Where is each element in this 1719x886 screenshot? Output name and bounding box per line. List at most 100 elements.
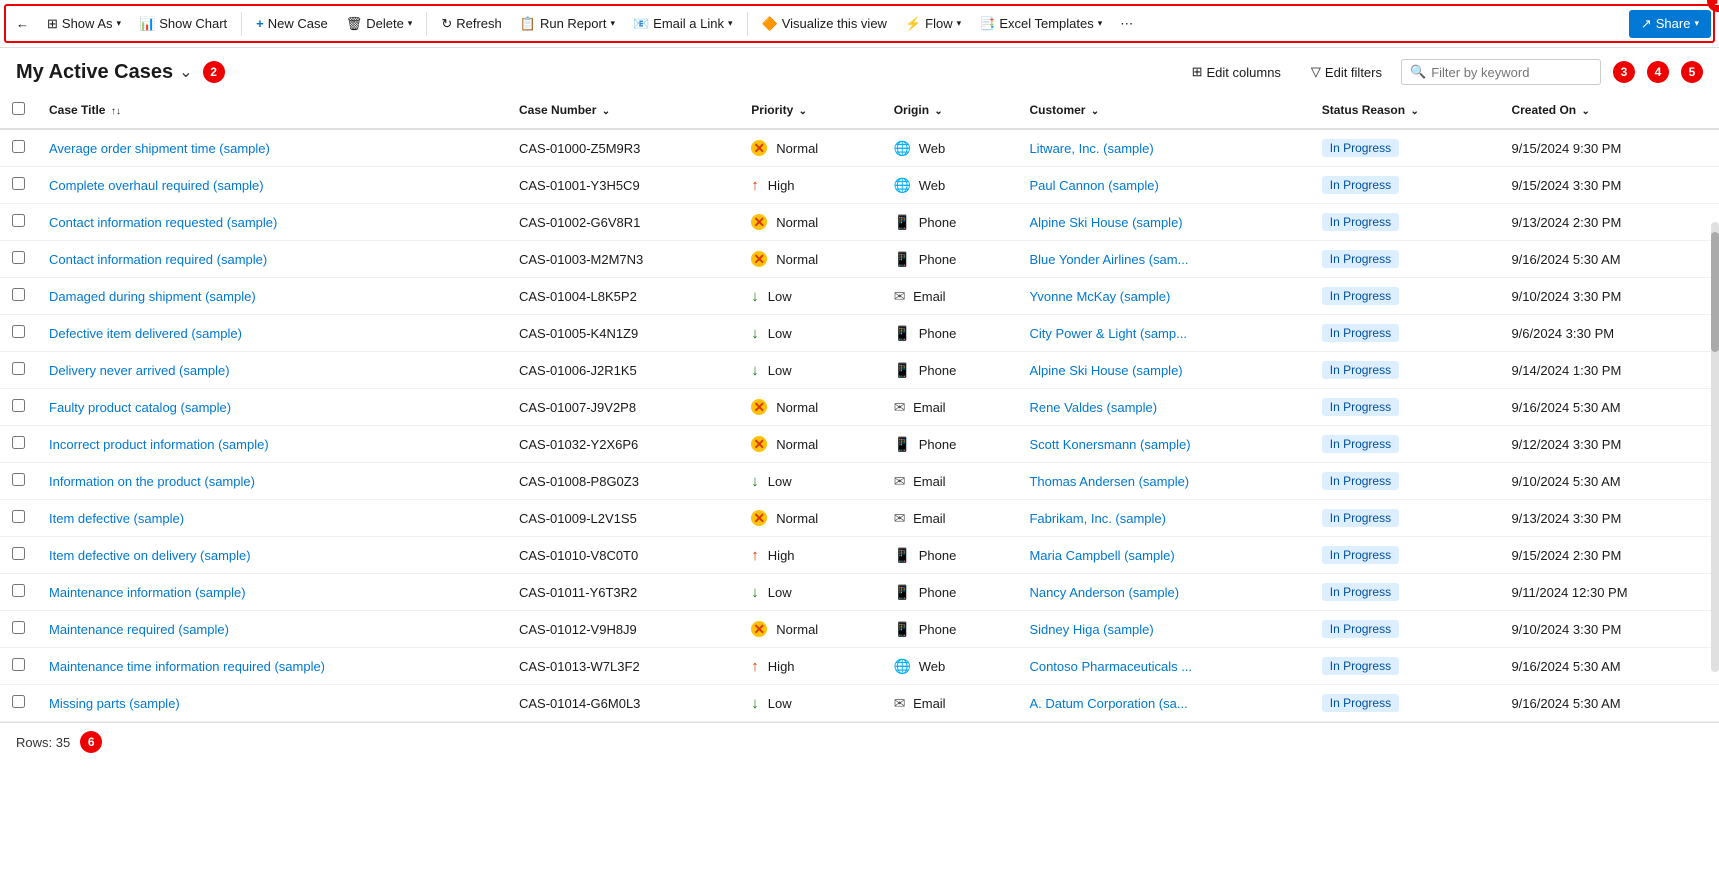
case-title-link[interactable]: Defective item delivered (sample) <box>49 326 242 341</box>
select-all-checkbox[interactable] <box>12 102 25 115</box>
row-checkbox[interactable] <box>12 251 25 264</box>
customer-link[interactable]: Paul Cannon (sample) <box>1029 178 1158 193</box>
show-as-button[interactable]: ⊞ Show As ▾ <box>39 11 129 37</box>
customer-link[interactable]: Contoso Pharmaceuticals ... <box>1029 659 1192 674</box>
more-button[interactable]: ⋯ <box>1112 11 1141 37</box>
row-checkbox[interactable] <box>12 288 25 301</box>
cell-case-title: Maintenance required (sample) <box>37 611 507 648</box>
case-title-link[interactable]: Contact information requested (sample) <box>49 215 277 230</box>
row-checkbox[interactable] <box>12 214 25 227</box>
col-header-case-number[interactable]: Case Number ⌄ <box>507 92 739 129</box>
refresh-button[interactable]: ↻ Refresh <box>433 11 509 37</box>
cell-customer: Paul Cannon (sample) <box>1017 167 1309 204</box>
customer-link[interactable]: Yvonne McKay (sample) <box>1029 289 1170 304</box>
case-title-link[interactable]: Maintenance time information required (s… <box>49 659 325 674</box>
customer-link[interactable]: Litware, Inc. (sample) <box>1029 141 1153 156</box>
cell-case-title: Maintenance information (sample) <box>37 574 507 611</box>
row-checkbox[interactable] <box>12 399 25 412</box>
status-badge: In Progress <box>1322 694 1399 712</box>
edit-columns-button[interactable]: ⊞ Edit columns <box>1181 58 1292 86</box>
report-icon: 📋 <box>520 16 536 32</box>
case-title-link[interactable]: Item defective (sample) <box>49 511 184 526</box>
row-checkbox[interactable] <box>12 436 25 449</box>
case-title-link[interactable]: Item defective on delivery (sample) <box>49 548 251 563</box>
new-case-button[interactable]: + New Case <box>248 11 336 36</box>
cell-status-reason: In Progress <box>1310 241 1500 278</box>
customer-link[interactable]: Sidney Higa (sample) <box>1029 622 1153 637</box>
case-title-link[interactable]: Contact information required (sample) <box>49 252 267 267</box>
status-badge: In Progress <box>1322 176 1399 194</box>
customer-link[interactable]: Alpine Ski House (sample) <box>1029 363 1182 378</box>
case-title-link[interactable]: Delivery never arrived (sample) <box>49 363 230 378</box>
origin-cell: 🌐 Web <box>894 659 946 674</box>
customer-link[interactable]: A. Datum Corporation (sa... <box>1029 696 1187 711</box>
row-checkbox[interactable] <box>12 473 25 486</box>
row-checkbox[interactable] <box>12 695 25 708</box>
customer-link[interactable]: Blue Yonder Airlines (sam... <box>1029 252 1188 267</box>
scrollbar-track[interactable] <box>1711 222 1719 672</box>
row-checkbox[interactable] <box>12 177 25 190</box>
back-button[interactable]: ← <box>8 11 37 36</box>
row-checkbox[interactable] <box>12 547 25 560</box>
customer-link[interactable]: Nancy Anderson (sample) <box>1029 585 1179 600</box>
created-on-value: 9/15/2024 2:30 PM <box>1511 548 1621 563</box>
cases-table: Case Title ↑↓ Case Number ⌄ Priority ⌄ O… <box>0 92 1719 722</box>
visualize-button[interactable]: 🔶 Visualize this view <box>754 11 895 37</box>
scrollbar-thumb[interactable] <box>1711 232 1719 352</box>
case-title-link[interactable]: Maintenance information (sample) <box>49 585 246 600</box>
customer-link[interactable]: Thomas Andersen (sample) <box>1029 474 1189 489</box>
flow-button[interactable]: ⚡ Flow ▾ <box>897 11 969 37</box>
col-header-created-on[interactable]: Created On ⌄ <box>1499 92 1719 129</box>
case-title-link[interactable]: Complete overhaul required (sample) <box>49 178 264 193</box>
col-header-customer[interactable]: Customer ⌄ <box>1017 92 1309 129</box>
customer-link[interactable]: Rene Valdes (sample) <box>1029 400 1157 415</box>
case-title-link[interactable]: Maintenance required (sample) <box>49 622 229 637</box>
filter-keyword-input[interactable] <box>1431 65 1592 80</box>
case-title-link[interactable]: Missing parts (sample) <box>49 696 180 711</box>
col-header-status-reason[interactable]: Status Reason ⌄ <box>1310 92 1500 129</box>
view-dropdown-button[interactable]: ⌄ <box>179 62 192 82</box>
edit-filters-button[interactable]: ▽ Edit filters <box>1300 58 1393 86</box>
flow-icon: ⚡ <box>905 16 921 32</box>
cell-customer: Alpine Ski House (sample) <box>1017 204 1309 241</box>
row-checkbox[interactable] <box>12 140 25 153</box>
customer-link[interactable]: Alpine Ski House (sample) <box>1029 215 1182 230</box>
priority-label: Low <box>768 363 792 378</box>
more-icon: ⋯ <box>1120 16 1133 32</box>
col-header-origin[interactable]: Origin ⌄ <box>882 92 1018 129</box>
case-title-link[interactable]: Information on the product (sample) <box>49 474 255 489</box>
cell-priority: ↓ Low <box>739 574 881 611</box>
row-checkbox[interactable] <box>12 658 25 671</box>
row-checkbox[interactable] <box>12 362 25 375</box>
row-checkbox[interactable] <box>12 584 25 597</box>
cell-created-on: 9/10/2024 5:30 AM <box>1499 463 1719 500</box>
origin-email-icon: ✉ <box>894 399 906 415</box>
customer-link[interactable]: Maria Campbell (sample) <box>1029 548 1174 563</box>
cell-case-number: CAS-01002-G6V8R1 <box>507 204 739 241</box>
customer-link[interactable]: City Power & Light (samp... <box>1029 326 1187 341</box>
cell-customer: Alpine Ski House (sample) <box>1017 352 1309 389</box>
email-link-button[interactable]: 📧 Email a Link ▾ <box>625 11 741 37</box>
case-title-link[interactable]: Average order shipment time (sample) <box>49 141 270 156</box>
row-checkbox[interactable] <box>12 510 25 523</box>
delete-button[interactable]: 🗑 Delete ▾ <box>338 11 421 37</box>
col-header-case-title[interactable]: Case Title ↑↓ <box>37 92 507 129</box>
row-checkbox-cell <box>0 352 37 389</box>
sort-icon-status: ⌄ <box>1410 106 1418 117</box>
origin-web-icon: 🌐 <box>894 177 911 193</box>
share-button[interactable]: ↗ Share ▾ <box>1629 10 1711 38</box>
case-title-link[interactable]: Damaged during shipment (sample) <box>49 289 256 304</box>
flow-label: Flow <box>925 16 952 31</box>
created-on-value: 9/16/2024 5:30 AM <box>1511 252 1620 267</box>
case-title-link[interactable]: Faulty product catalog (sample) <box>49 400 231 415</box>
excel-templates-button[interactable]: 📑 Excel Templates ▾ <box>971 11 1110 37</box>
show-chart-button[interactable]: 📊 Show Chart <box>131 11 235 37</box>
col-header-priority[interactable]: Priority ⌄ <box>739 92 881 129</box>
row-checkbox[interactable] <box>12 325 25 338</box>
customer-link[interactable]: Scott Konersmann (sample) <box>1029 437 1190 452</box>
case-title-link[interactable]: Incorrect product information (sample) <box>49 437 269 452</box>
cell-origin: 📱 Phone <box>882 241 1018 278</box>
run-report-button[interactable]: 📋 Run Report ▾ <box>512 11 623 37</box>
customer-link[interactable]: Fabrikam, Inc. (sample) <box>1029 511 1166 526</box>
row-checkbox[interactable] <box>12 621 25 634</box>
